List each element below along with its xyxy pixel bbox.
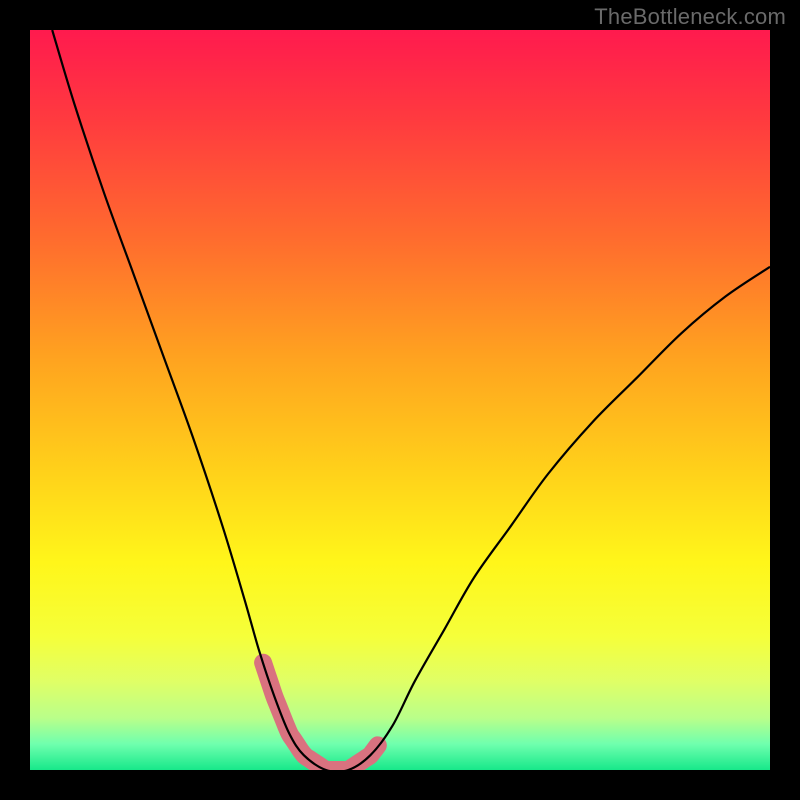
gradient-background xyxy=(30,30,770,770)
chart-frame: { "watermark": "TheBottleneck.com", "plo… xyxy=(0,0,800,800)
bottleneck-chart xyxy=(0,0,800,800)
